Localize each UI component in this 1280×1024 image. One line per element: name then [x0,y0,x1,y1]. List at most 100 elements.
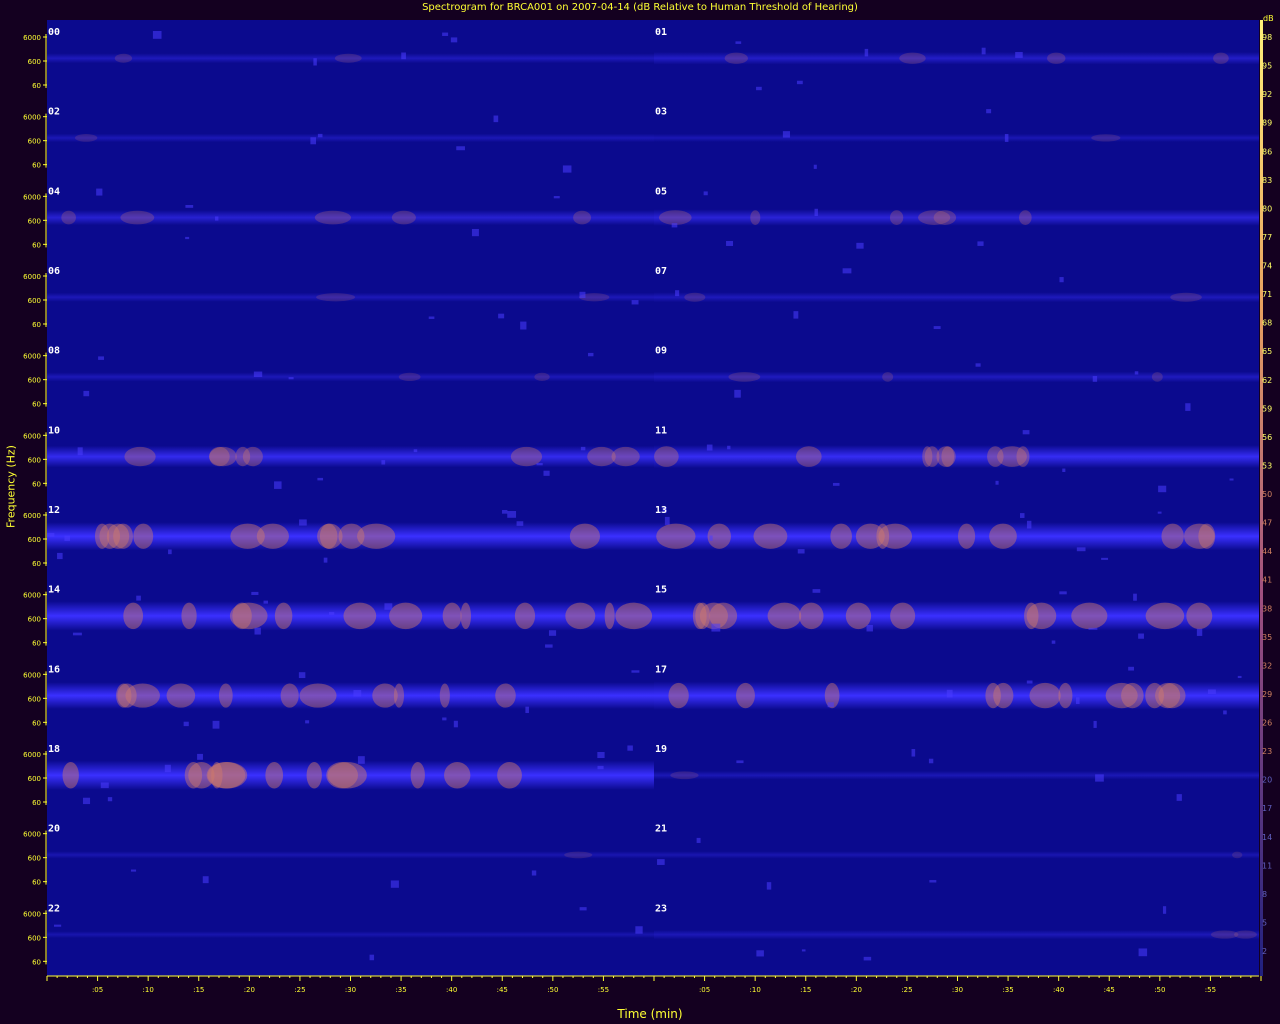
freq-tick-label-6-2: 60 [32,560,41,568]
x-tick-label-left-6: :35 [395,986,406,994]
speckle-1-right-2 [813,164,817,169]
speckle-8-right-1 [1207,689,1216,694]
hot-spot-8-right-7 [1058,682,1073,709]
hot-spot-7-left-6 [181,602,197,630]
speckle-11-left-2 [635,926,643,934]
x-tick-label-left-5: :30 [345,986,356,994]
hot-spot-7-right-9 [692,602,707,630]
freq-tick-label-0-2: 60 [32,82,41,90]
speckle-9-left-3 [107,797,113,802]
colorbar-tick-31: 5 [1262,918,1267,927]
speckle-4-right-1 [1092,376,1098,382]
x-tick-label-left-3: :20 [244,986,255,994]
hour-label-04: 04 [48,186,60,197]
colorbar-tick-6: 80 [1262,204,1272,213]
speckle-2-left-4 [215,216,219,221]
x-tick-label-right-2: :15 [800,986,811,994]
hot-spot-9-left-4 [184,762,203,789]
hot-spot-2-left-2 [120,210,155,225]
hot-spot-7-left-9 [274,602,293,630]
x-tick-label-right-7: :40 [1053,986,1064,994]
freq-tick-label-11-0: 6000 [23,910,41,918]
speckle-7-right-7 [1138,633,1144,639]
speckle-8-left-8 [453,720,458,728]
speckle-9-right-3 [1176,794,1182,801]
speckle-10-right-1 [657,859,665,865]
x-tick-label-left-10: :55 [598,986,609,994]
freq-tick-label-0-1: 600 [28,58,41,66]
speckle-1-right-3 [1004,133,1009,142]
speckle-4-left-0 [253,371,263,377]
freq-tick-label-0-0: 6000 [23,34,41,42]
speckle-6-left-5 [47,532,55,537]
speckle-4-right-2 [1185,403,1191,411]
hot-spot-4-right-2 [1151,372,1163,382]
freq-tick-label-5-2: 60 [32,480,41,488]
speckle-7-right-3 [711,623,721,632]
colorbar-tick-4: 86 [1262,147,1272,156]
speckle-8-right-6 [1128,666,1134,671]
speckle-0-right-2 [864,48,869,57]
colorbar-tick-12: 62 [1262,376,1272,385]
energy-band-2-right [654,209,1259,226]
hour-label-12: 12 [48,505,60,516]
speckle-10-left-0 [130,869,137,872]
speckle-7-right-4 [812,589,821,593]
speckle-2-right-5 [726,240,734,246]
speckle-5-left-6 [77,447,83,456]
speckle-4-left-1 [98,356,105,360]
freq-tick-label-1-2: 60 [32,162,41,170]
speckle-11-left-3 [369,954,375,961]
hot-spot-4-right-0 [882,372,894,382]
speckle-8-right-2 [1026,680,1033,684]
x-tick-label-right-9: :50 [1154,986,1165,994]
freq-tick-label-2-0: 6000 [23,193,41,201]
speckle-11-right-3 [863,956,872,961]
colorbar-tick-14: 56 [1262,433,1272,442]
speckle-3-left-2 [428,316,435,319]
hot-spot-7-left-1 [460,602,471,630]
hot-spot-5-right-7 [922,446,933,467]
hot-spot-8-left-9 [280,683,299,708]
x-tick-label-left-0: :05 [92,986,103,994]
colorbar-tick-29: 11 [1262,861,1272,870]
energy-band-9-right [654,770,1259,780]
energy-band-5-right [654,445,1259,469]
speckle-6-right-4 [664,516,670,525]
speckle-5-right-4 [1022,430,1030,435]
speckle-10-right-0 [929,880,937,883]
colorbar-tick-28: 14 [1262,833,1272,842]
hot-spot-9-left-6 [410,762,425,789]
speckle-3-right-0 [933,326,941,330]
speckle-7-right-0 [866,624,873,632]
freq-tick-label-6-1: 600 [28,536,41,544]
speckle-5-right-5 [832,482,840,486]
freq-tick-label-11-1: 600 [28,934,41,942]
speckle-2-left-1 [185,236,190,240]
speckle-0-right-1 [981,47,986,55]
hot-spot-6-left-1 [356,523,396,549]
speckle-4-right-0 [975,363,981,367]
energy-band-10-right [654,851,1259,859]
speckle-8-left-1 [442,717,447,721]
hour-label-09: 09 [655,346,667,357]
speckle-9-left-1 [82,797,91,805]
hot-spot-5-left-4 [209,446,237,467]
speckle-6-left-2 [299,519,307,526]
speckle-0-right-4 [1015,51,1023,58]
hot-spot-5-right-6 [654,446,679,467]
hot-spot-6-right-11 [656,523,696,549]
hour-label-15: 15 [655,585,667,596]
speckle-7-left-4 [72,632,82,636]
speckle-6-left-6 [64,535,71,541]
hot-spot-8-left-1 [439,683,450,708]
speckle-9-left-8 [100,782,109,789]
speckle-10-right-3 [696,837,701,843]
speckle-8-right-0 [1075,697,1080,704]
hot-spot-2-left-0 [314,210,351,225]
speckle-9-left-0 [597,751,605,759]
hour-label-19: 19 [655,744,667,755]
colorbar-tick-0: 98 [1262,33,1272,42]
hour-label-02: 02 [48,107,60,118]
hot-spot-3-right-0 [1170,292,1202,302]
